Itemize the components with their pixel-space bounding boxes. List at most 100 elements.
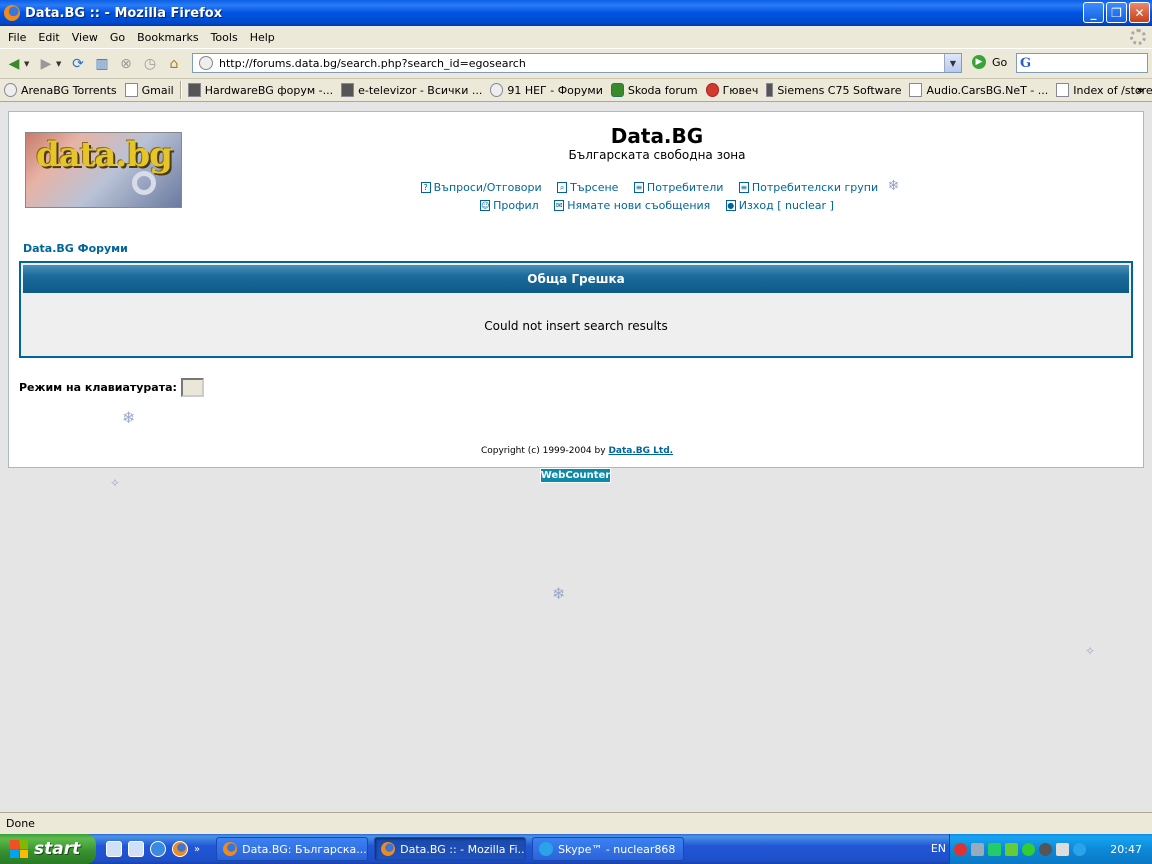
page-icon [124, 83, 138, 97]
search-input[interactable]: G [1016, 53, 1148, 73]
forum-body: data.bg Data.BG Българската свободна зон… [8, 111, 1144, 468]
keyboard-mode-toggle[interactable] [180, 378, 204, 397]
go-button[interactable]: ▶ Go [972, 55, 1007, 69]
menu-help[interactable]: Help [244, 31, 281, 44]
forum-index-link[interactable]: Data.BG Форуми [23, 242, 128, 255]
menu-view[interactable]: View [66, 31, 104, 44]
battery-icon[interactable] [988, 842, 1001, 856]
taskbar-item-label: Skype™ - nuclear868 [558, 842, 676, 856]
bookmark-item[interactable]: Gmail [124, 83, 174, 97]
address-bar[interactable]: http://forums.data.bg/search.php?search_… [192, 53, 962, 73]
site-description: Българската свободна зона [568, 148, 746, 162]
error-title: Обща Грешка [23, 265, 1129, 293]
messenger-icon[interactable] [1005, 842, 1018, 856]
weather-icon[interactable] [1056, 842, 1069, 856]
taskbar: start » Data.BG: Българска... Data.BG ::… [0, 834, 1152, 864]
search-icon: ⌕ [557, 182, 568, 193]
window-controls: _ ❐ ✕ [1083, 2, 1150, 23]
nav-members-link[interactable]: ≡ Потребители [633, 181, 723, 194]
menu-go[interactable]: Go [104, 31, 131, 44]
url-text[interactable]: http://forums.data.bg/search.php?search_… [219, 57, 526, 70]
error-message: Could not insert search results [484, 319, 668, 333]
snowflake-icon: ❄ [122, 408, 136, 427]
internet-explorer-icon[interactable] [150, 841, 166, 857]
forward-dropdown-icon[interactable]: ▼ [56, 60, 64, 68]
bookmark-item[interactable]: Audio.CarsBG.NeT - ... [909, 83, 1048, 97]
bookmark-item[interactable]: Гювеч [705, 83, 758, 97]
network-icon[interactable] [971, 842, 984, 856]
quick-launch-overflow-icon[interactable]: » [194, 844, 200, 855]
bookmarks-sidebar-icon[interactable]: ▥ [92, 54, 112, 74]
minimize-button[interactable]: _ [1083, 2, 1104, 23]
history-icon[interactable]: ◷ [140, 54, 160, 74]
bookmark-label: 91 НЕГ - Форуми [507, 83, 603, 97]
reload-icon[interactable]: ⟳ [68, 54, 88, 74]
nav-usergroups-label: Потребителски групи [751, 181, 879, 194]
nav-logout-link[interactable]: ● Изход [ nuclear ] [725, 199, 834, 212]
firefox-icon[interactable] [172, 841, 188, 857]
menu-edit[interactable]: Edit [32, 31, 65, 44]
back-icon[interactable]: ◀ [4, 54, 24, 74]
bookmarks-overflow-icon[interactable]: » [1136, 83, 1144, 97]
bookmark-item[interactable]: 91 НЕГ - Форуми [490, 83, 603, 97]
menu-tools[interactable]: Tools [205, 31, 244, 44]
clock: 20:47 [1110, 842, 1142, 856]
firefox-icon [4, 5, 20, 21]
copyright-link[interactable]: Data.BG Ltd. [608, 446, 673, 456]
quick-launch: » [106, 841, 200, 857]
taskbar-item[interactable]: Skype™ - nuclear868 [532, 837, 685, 861]
bookmark-item[interactable]: Skoda forum [610, 83, 698, 97]
save-icon[interactable] [128, 841, 144, 857]
menu-bookmarks[interactable]: Bookmarks [131, 31, 204, 44]
bookmark-item[interactable]: HardwareBG форум -... [187, 83, 334, 97]
show-desktop-icon[interactable] [106, 841, 122, 857]
back-dropdown-icon[interactable]: ▼ [24, 60, 32, 68]
home-icon[interactable]: ⌂ [164, 54, 184, 74]
window-title-bar[interactable]: Data.BG :: - Mozilla Firefox _ ❐ ✕ [0, 0, 1152, 26]
nav-profile-link[interactable]: ☺ Профил [480, 199, 539, 212]
skype-icon[interactable] [1073, 842, 1086, 856]
url-dropdown-icon[interactable]: ▼ [944, 54, 961, 72]
antivirus-icon[interactable] [954, 842, 967, 856]
bookmark-label: HardwareBG форум -... [204, 83, 334, 97]
bookmark-item[interactable]: Siemens C75 Software [766, 83, 901, 97]
stop-icon[interactable]: ⊗ [116, 54, 136, 74]
go-arrow-icon: ▶ [972, 55, 986, 69]
nav-messages-link[interactable]: ✉ Нямате нови съобщения [554, 199, 710, 212]
snowflake-icon: ✧ [110, 476, 121, 490]
webcounter-badge[interactable]: WebCounter [540, 468, 611, 483]
forum-nav-row-1: ? Въпроси/Отговори ⌕ Търсене ≡ Потребители … [9, 178, 1145, 194]
nav-profile-label: Профил [493, 199, 539, 212]
page-content: data.bg Data.BG Българската свободна зон… [0, 102, 1152, 812]
site-favicon-icon [199, 56, 213, 70]
taskbar-item[interactable]: Data.BG: Българска... [216, 837, 369, 861]
faq-icon: ? [420, 182, 431, 193]
nav-search-link[interactable]: ⌕ Търсене [557, 181, 618, 194]
close-button[interactable]: ✕ [1129, 2, 1150, 23]
menu-file[interactable]: File [2, 31, 32, 44]
taskbar-item-active[interactable]: Data.BG :: - Mozilla Fi... [374, 837, 527, 861]
language-indicator[interactable]: EN [931, 842, 946, 855]
start-button[interactable]: start [0, 834, 96, 864]
bookmark-item[interactable]: ArenaBG Torrents [4, 83, 117, 97]
forward-icon[interactable]: ▶ [36, 54, 56, 74]
nav-messages-label: Нямате нови съобщения [567, 199, 711, 212]
bookmarks-toolbar: ArenaBG Torrents Gmail HardwareBG форум … [0, 78, 1152, 102]
status-bar: Done [0, 812, 1152, 834]
bookmark-item[interactable]: e-televizor - Всички ... [341, 83, 482, 97]
menu-bar: File Edit View Go Bookmarks Tools Help [0, 26, 1152, 48]
taskbar-item-label: Data.BG: Българска... [242, 842, 367, 856]
nav-faq-link[interactable]: ? Въпроси/Отговори [420, 181, 542, 194]
skoda-icon [610, 83, 624, 97]
page-icon [909, 83, 923, 97]
forum-nav-row-2: ☺ Профил ✉ Нямате нови съобщения ● Изход [ … [9, 198, 1145, 212]
icq-icon[interactable] [1022, 842, 1035, 856]
bookmark-favicon-icon [490, 83, 504, 97]
bookmark-label: Siemens C75 Software [777, 83, 902, 97]
snowflake-icon: ❄ [552, 584, 566, 603]
google-icon[interactable]: G [1020, 56, 1031, 71]
maximize-button[interactable]: ❐ [1106, 2, 1127, 23]
nav-usergroups-link[interactable]: ≡ Потребителски групи [738, 181, 879, 194]
volume-icon[interactable] [1039, 842, 1052, 856]
site-title: Data.BG [610, 124, 704, 148]
